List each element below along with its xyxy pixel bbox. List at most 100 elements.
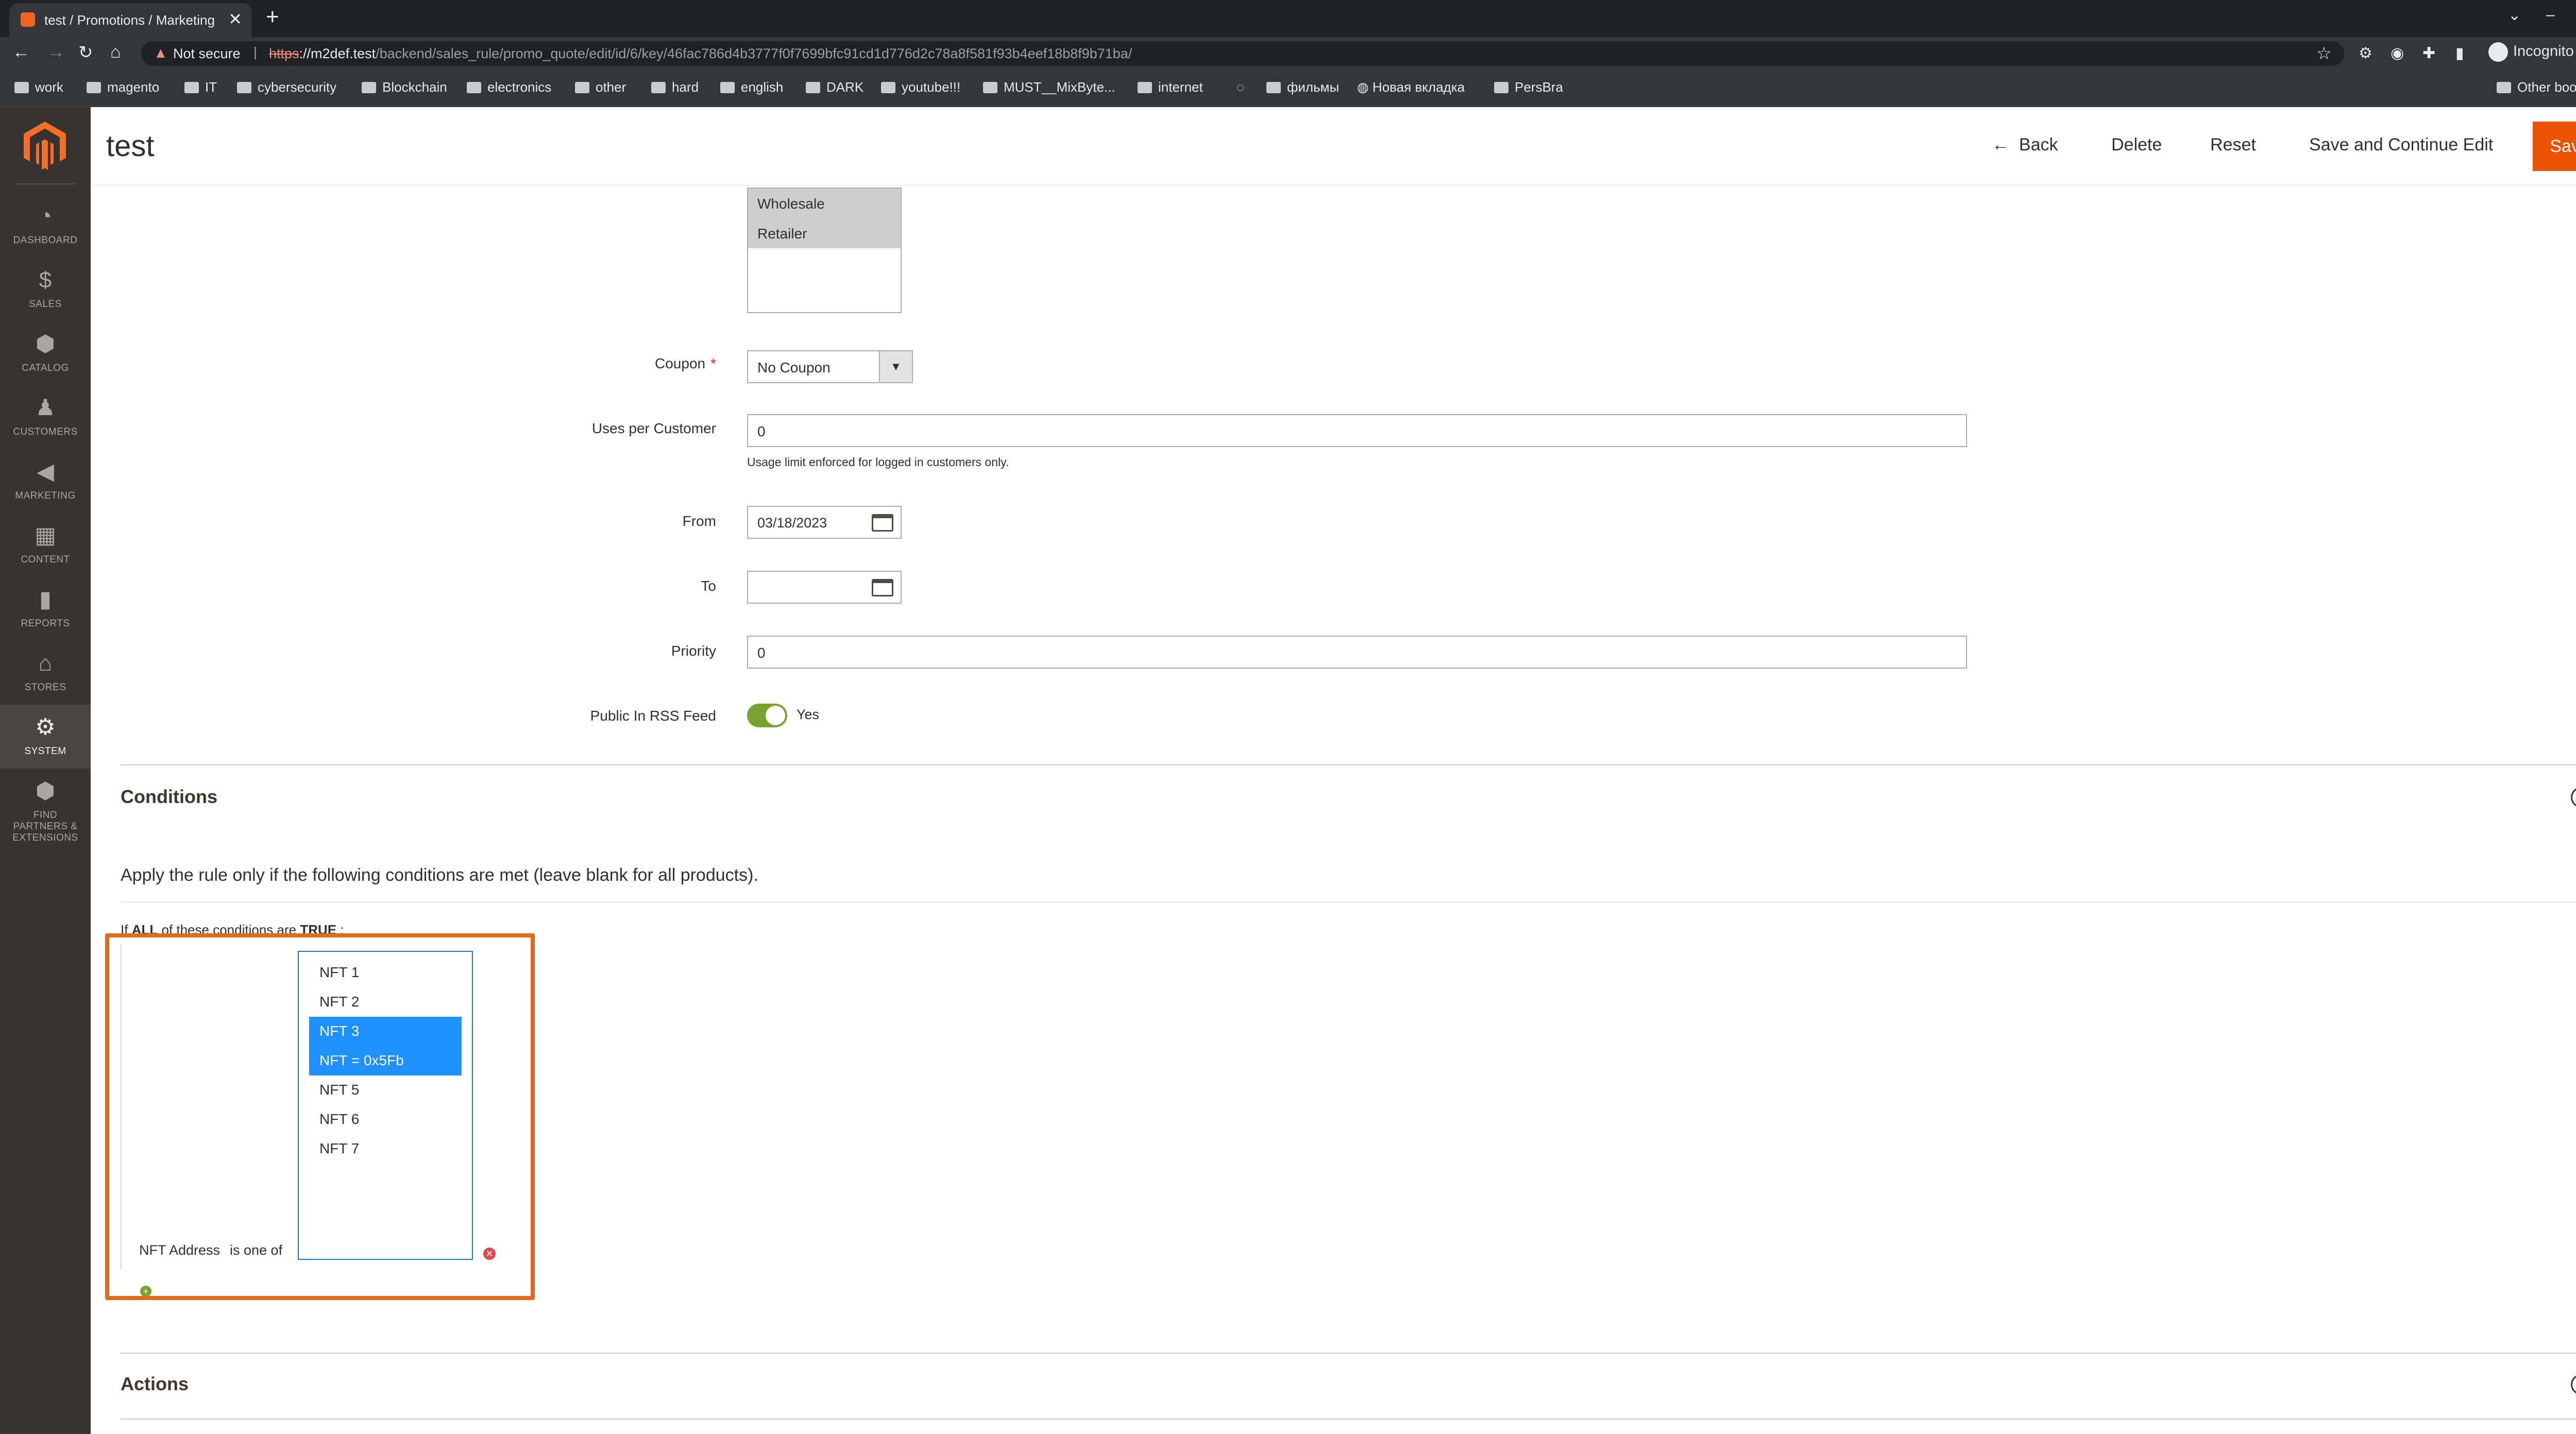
bookmark-folder[interactable]: magento: [87, 79, 159, 95]
sidebar-item-label: SALES: [29, 299, 62, 310]
bookmark-folder[interactable]: hard: [651, 79, 699, 95]
sidebar-item-label: STORES: [24, 682, 66, 693]
folder-icon: [14, 82, 29, 93]
from-label: From: [682, 513, 716, 529]
uses-per-customer-input[interactable]: 0: [747, 414, 1967, 447]
priority-input[interactable]: 0: [747, 636, 1967, 669]
bookmark-folder[interactable]: DARK: [806, 79, 863, 95]
bookmark-folder[interactable]: фильмы: [1266, 79, 1339, 95]
actions-title: Actions: [121, 1373, 189, 1394]
folder-icon: [362, 82, 376, 93]
bookmark-folder[interactable]: english: [720, 79, 783, 95]
magento-favicon-icon: [21, 12, 35, 27]
reset-button[interactable]: Reset: [2210, 135, 2256, 155]
from-date-input[interactable]: 03/18/2023: [747, 506, 902, 539]
calendar-icon[interactable]: [872, 514, 893, 532]
sidebar-item-marketing[interactable]: ◀ MARKETING: [0, 449, 91, 513]
folder-icon: [651, 82, 666, 93]
sidebar-item-content[interactable]: ▦ CONTENT: [0, 513, 91, 577]
folder-icon: [2497, 82, 2511, 93]
sidebar-item-stores[interactable]: ⌂ STORES: [0, 641, 91, 705]
bar-chart-icon: ▮: [39, 587, 52, 612]
bookmark-folder[interactable]: other: [575, 79, 626, 95]
chevron-up-icon[interactable]: ︿: [2571, 787, 2576, 808]
bookmarks-bar: work magento IT cybersecurity Blockchain…: [0, 70, 2576, 107]
sidebar-item-dashboard[interactable]: ◔ DASHBOARD: [0, 194, 91, 258]
bookmark-folder[interactable]: Blockchain: [362, 79, 447, 95]
bookmark-folder[interactable]: youtube!!!: [881, 79, 960, 95]
browser-tab[interactable]: test / Promotions / Marketing ✕: [9, 3, 251, 37]
other-bookmarks[interactable]: Other bookmarks: [2497, 79, 2576, 95]
admin-sidebar: ◔ DASHBOARD $ SALES ⬢ CATALOG ♟ CUSTOMER…: [0, 107, 91, 1434]
magento-logo-icon[interactable]: [24, 122, 66, 170]
actions-section-header[interactable]: Actions ﹀: [121, 1353, 2576, 1420]
delete-button[interactable]: Delete: [2111, 135, 2162, 155]
conditions-section-header[interactable]: Conditions ︿: [121, 764, 2576, 847]
sidebar-item-sales[interactable]: $ SALES: [0, 258, 91, 321]
sidebar-item-partners[interactable]: ⬢ FIND PARTNERS & EXTENSIONS: [0, 769, 91, 843]
coupon-select[interactable]: No Coupon ▼: [747, 350, 913, 383]
url-text[interactable]: https://m2def.test/backend/sales_rule/pr…: [269, 46, 1132, 62]
customer-group-option[interactable]: Retailer: [748, 218, 901, 248]
conditions-instruction: Apply the rule only if the following con…: [121, 865, 758, 885]
incognito-icon: [2488, 42, 2508, 62]
extension-shield-icon[interactable]: ◉: [2391, 44, 2404, 62]
chevron-down-icon[interactable]: ⌄: [2508, 6, 2521, 24]
sidebar-item-reports[interactable]: ▮ REPORTS: [0, 577, 91, 641]
bookmark-folder[interactable]: work: [14, 79, 63, 95]
home-icon[interactable]: ⌂: [110, 42, 121, 62]
chevron-down-icon[interactable]: ▼: [879, 351, 912, 382]
folder-icon: [1266, 82, 1281, 93]
tab-title: test / Promotions / Marketing: [44, 12, 215, 28]
bookmark-folder[interactable]: internet: [1138, 79, 1203, 95]
back-button[interactable]: ← Back: [1992, 135, 2058, 155]
sidebar-item-customers[interactable]: ♟ CUSTOMERS: [0, 385, 91, 449]
chevron-down-icon[interactable]: ﹀: [2571, 1374, 2576, 1395]
customer-groups-multiselect[interactable]: Wholesale Retailer: [747, 187, 902, 313]
to-date-input[interactable]: [747, 571, 902, 604]
annotation-highlight-box: [105, 933, 535, 1300]
sidebar-item-catalog[interactable]: ⬢ CATALOG: [0, 321, 91, 385]
save-and-continue-button[interactable]: Save and Continue Edit: [2309, 135, 2493, 155]
page-title: test: [106, 129, 155, 163]
address-bar[interactable]: ▲ Not secure | https://m2def.test/backen…: [141, 41, 2344, 66]
security-label[interactable]: Not secure: [173, 46, 241, 62]
browser-tab-strip: test / Promotions / Marketing ✕ + ⌄ – ❐ …: [0, 0, 2576, 37]
tab-close-icon[interactable]: ✕: [228, 9, 242, 29]
extension-gear-icon[interactable]: ⚙: [2359, 44, 2372, 62]
rss-feed-value: Yes: [796, 707, 820, 722]
folder-icon: [1138, 82, 1152, 93]
folder-icon: [575, 82, 589, 93]
save-button[interactable]: Save: [2533, 122, 2576, 171]
sidebar-divider: [15, 183, 75, 184]
sidebar-item-system[interactable]: ⚙ SYSTEM: [0, 705, 91, 769]
folder-icon: [184, 82, 199, 93]
new-tab-button[interactable]: +: [266, 4, 279, 30]
bookmark-folder[interactable]: PersBra: [1494, 79, 1563, 95]
customer-group-option[interactable]: Wholesale: [748, 189, 901, 218]
uses-per-customer-note: Usage limit enforced for logged in custo…: [747, 455, 1009, 469]
forward-arrow-icon[interactable]: →: [47, 42, 65, 62]
conditions-title: Conditions: [121, 786, 217, 807]
bookmark-folder[interactable]: cybersecurity: [237, 79, 336, 95]
bookmark-folder[interactable]: electronics: [467, 79, 551, 95]
from-date-value: 03/18/2023: [757, 515, 827, 531]
bookmark-folder[interactable]: MUST__MixByte...: [983, 79, 1115, 95]
bookmark-link[interactable]: ◍ Новая вкладка: [1357, 79, 1465, 95]
store-icon: ⌂: [38, 651, 53, 676]
incognito-profile-button[interactable]: Incognito: [2488, 42, 2574, 62]
bookmark-folder[interactable]: IT: [184, 79, 217, 95]
calendar-icon[interactable]: [872, 579, 893, 596]
rule-form: Wholesale Retailer Coupon * No Coupon ▼ U…: [91, 185, 2576, 1434]
rss-feed-label: Public In RSS Feed: [590, 708, 716, 724]
puzzle-extensions-icon[interactable]: ✚: [2422, 44, 2435, 62]
side-panel-icon[interactable]: ▮: [2455, 44, 2464, 62]
minimize-icon[interactable]: –: [2546, 6, 2555, 24]
folder-icon: [87, 82, 101, 93]
bookmark-star-icon[interactable]: ☆: [2316, 43, 2332, 64]
back-arrow-icon[interactable]: ←: [12, 42, 30, 62]
reload-icon[interactable]: ↻: [78, 42, 93, 63]
gear-icon: ⚙: [35, 714, 56, 740]
github-bookmark-icon[interactable]: ◌: [1236, 79, 1244, 95]
rss-feed-toggle[interactable]: [747, 704, 787, 727]
